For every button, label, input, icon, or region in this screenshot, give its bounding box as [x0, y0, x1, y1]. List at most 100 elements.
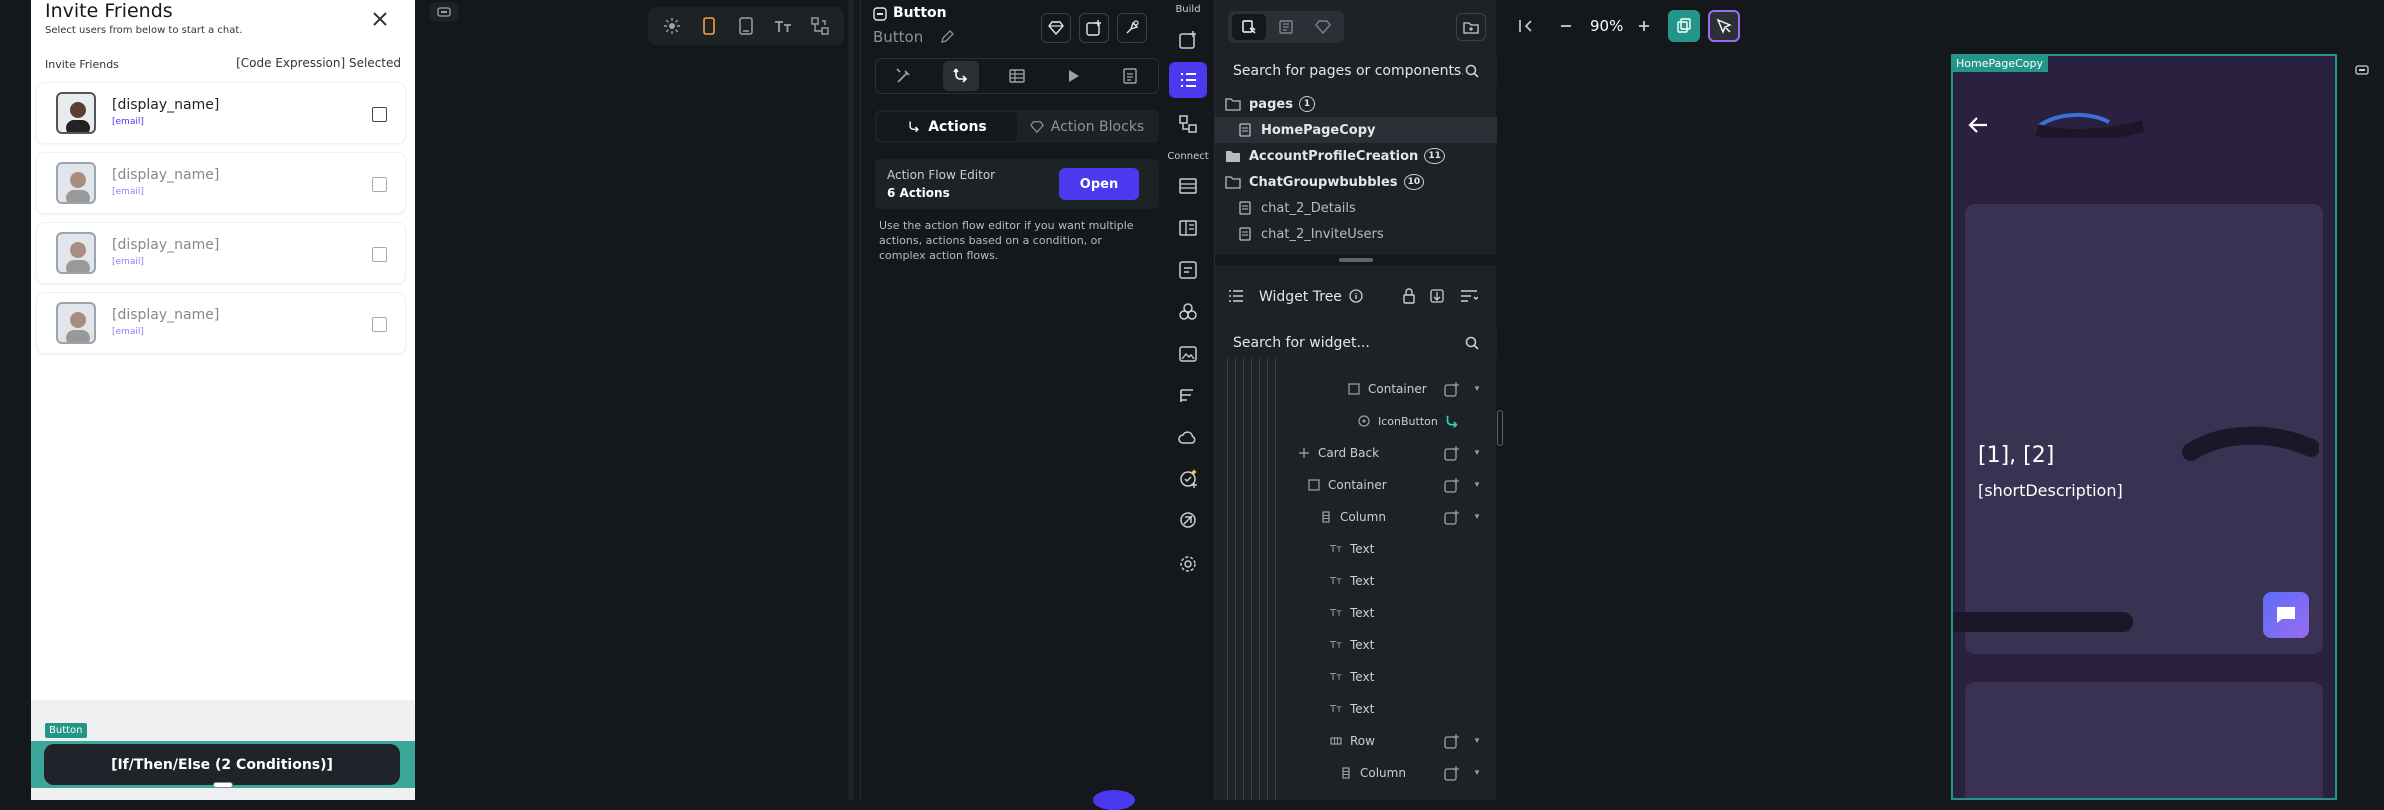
- tree-row-text[interactable]: Tт Text: [1215, 630, 1497, 662]
- search-icon[interactable]: [1463, 62, 1481, 80]
- tab-properties[interactable]: [886, 61, 922, 91]
- diamond-icon[interactable]: [1041, 13, 1071, 43]
- add-child-icon[interactable]: [1443, 509, 1461, 527]
- page-chat-2-details[interactable]: chat_2_Details: [1215, 195, 1497, 221]
- add-child-icon[interactable]: [1443, 445, 1461, 463]
- dropdown-icon[interactable]: ▾: [1471, 382, 1483, 396]
- cloud-functions-icon[interactable]: [1169, 420, 1207, 456]
- expand-collapse-icon[interactable]: [1429, 288, 1445, 304]
- tab-animations[interactable]: [1055, 61, 1091, 91]
- filter-icon[interactable]: [1459, 288, 1479, 304]
- folder-accountprofilecreation[interactable]: AccountProfileCreation 11: [1215, 143, 1497, 169]
- tree-row-text[interactable]: Tт Text: [1215, 662, 1497, 694]
- integrations-icon[interactable]: [1169, 502, 1207, 538]
- theme-icon[interactable]: [1169, 294, 1207, 330]
- dropdown-icon[interactable]: ▾: [1471, 510, 1483, 524]
- zoom-out-icon[interactable]: [1550, 10, 1582, 42]
- tree-row-container[interactable]: Container ▾: [1215, 374, 1497, 406]
- panel-splitter[interactable]: [1215, 255, 1497, 265]
- custom-widget-icon[interactable]: [1117, 13, 1147, 43]
- lock-icon[interactable]: [1401, 288, 1417, 304]
- ai-agents-icon[interactable]: [1169, 460, 1207, 496]
- api-calls-icon[interactable]: [1169, 378, 1207, 414]
- widget-name[interactable]: Button: [873, 28, 923, 46]
- back-arrow-icon[interactable]: [1967, 114, 1989, 136]
- text-scale-icon[interactable]: [768, 11, 798, 41]
- tree-row-text[interactable]: Tт Text: [1215, 534, 1497, 566]
- components-icon[interactable]: [1169, 106, 1207, 142]
- settings-icon[interactable]: [1169, 546, 1207, 582]
- panel-resize-handle[interactable]: [1497, 410, 1503, 446]
- tree-row-iconbutton[interactable]: IconButton: [1215, 406, 1497, 438]
- collapse-panel-icon[interactable]: [430, 2, 458, 22]
- media-assets-icon[interactable]: [1169, 336, 1207, 372]
- data-types-icon[interactable]: [1169, 210, 1207, 246]
- canvas-scrollbar[interactable]: [848, 0, 854, 800]
- collapse-left-icon[interactable]: [1510, 10, 1542, 42]
- close-icon[interactable]: [367, 6, 393, 32]
- user-card[interactable]: [display_name] [email]: [36, 222, 406, 284]
- app-state-icon[interactable]: [1169, 252, 1207, 288]
- select-checkbox[interactable]: [372, 177, 387, 192]
- content-card[interactable]: [1965, 682, 2323, 798]
- add-child-icon[interactable]: [1443, 733, 1461, 751]
- info-icon[interactable]: [1349, 289, 1363, 303]
- tree-row-text[interactable]: Tт Text: [1215, 566, 1497, 598]
- widget-tree-icon[interactable]: [1169, 62, 1207, 98]
- edit-icon[interactable]: [939, 29, 955, 45]
- firestore-icon[interactable]: [1169, 168, 1207, 204]
- library-tab-icon[interactable]: [1306, 14, 1340, 40]
- add-widget-icon[interactable]: [1079, 13, 1109, 43]
- folder-pages[interactable]: pages 1: [1215, 91, 1497, 117]
- select-checkbox[interactable]: [372, 317, 387, 332]
- tab-actions[interactable]: [942, 61, 979, 91]
- tab-backend-query[interactable]: [999, 61, 1035, 91]
- add-child-icon[interactable]: [1443, 765, 1461, 783]
- dropdown-icon[interactable]: ▾: [1471, 446, 1483, 460]
- folder-chatgroupwbubbles[interactable]: ChatGroupwbubbles 10: [1215, 169, 1497, 195]
- light-mode-icon[interactable]: [657, 11, 687, 41]
- user-card[interactable]: [display_name] [email]: [36, 152, 406, 214]
- tree-row-column[interactable]: Column ▾: [1215, 758, 1497, 790]
- search-icon[interactable]: [1463, 334, 1481, 352]
- resize-handle[interactable]: [213, 782, 233, 788]
- select-checkbox[interactable]: [372, 107, 387, 122]
- device-frame-icon[interactable]: [1668, 10, 1700, 42]
- user-card[interactable]: [display_name] [email]: [36, 292, 406, 354]
- chat-bubble-icon[interactable]: [2263, 592, 2309, 638]
- tree-row-row[interactable]: Row ▾: [1215, 726, 1497, 758]
- actions-tab[interactable]: Actions: [877, 112, 1017, 141]
- select-checkbox[interactable]: [372, 247, 387, 262]
- action-indicator-icon[interactable]: [1443, 413, 1461, 431]
- dropdown-icon[interactable]: ▾: [1471, 734, 1483, 748]
- add-folder-icon[interactable]: [1456, 13, 1486, 41]
- add-page-icon[interactable]: [1169, 22, 1207, 58]
- tree-row-text[interactable]: Tт Text: [1215, 598, 1497, 630]
- select-mode-icon[interactable]: [1708, 10, 1740, 42]
- tab-documentation[interactable]: [1112, 61, 1148, 91]
- add-child-icon[interactable]: [1443, 381, 1461, 399]
- components-tab-icon[interactable]: [1269, 14, 1303, 40]
- conditional-button[interactable]: [If/Then/Else (2 Conditions)]: [44, 744, 400, 785]
- page-homepagecopy[interactable]: HomePageCopy: [1215, 117, 1497, 143]
- tablet-device-icon[interactable]: [731, 11, 761, 41]
- tree-row-card-back[interactable]: Card Back ▾: [1215, 438, 1497, 470]
- phone-device-icon[interactable]: [694, 11, 724, 41]
- collapse-panel-icon[interactable]: [2348, 60, 2376, 80]
- add-child-icon[interactable]: [1443, 477, 1461, 495]
- widget-tree-view-icon[interactable]: [805, 11, 835, 41]
- pages-tab-icon[interactable]: [1231, 14, 1266, 40]
- dropdown-icon[interactable]: ▾: [1471, 478, 1483, 492]
- tree-row-column[interactable]: Column ▾: [1215, 502, 1497, 534]
- floating-button[interactable]: [1093, 790, 1135, 810]
- zoom-in-icon[interactable]: [1628, 10, 1660, 42]
- widget-search-input[interactable]: [1233, 332, 1463, 354]
- user-card[interactable]: [display_name] [email]: [36, 82, 406, 144]
- tree-row-text[interactable]: Tт Text: [1215, 694, 1497, 726]
- dropdown-icon[interactable]: ▾: [1471, 766, 1483, 780]
- tree-row-container[interactable]: Container ▾: [1215, 470, 1497, 502]
- pages-search-input[interactable]: [1233, 60, 1463, 82]
- open-button[interactable]: Open: [1059, 168, 1139, 200]
- action-blocks-tab[interactable]: Action Blocks: [1017, 112, 1157, 141]
- page-chat-2-inviteusers[interactable]: chat_2_InviteUsers: [1215, 221, 1497, 247]
